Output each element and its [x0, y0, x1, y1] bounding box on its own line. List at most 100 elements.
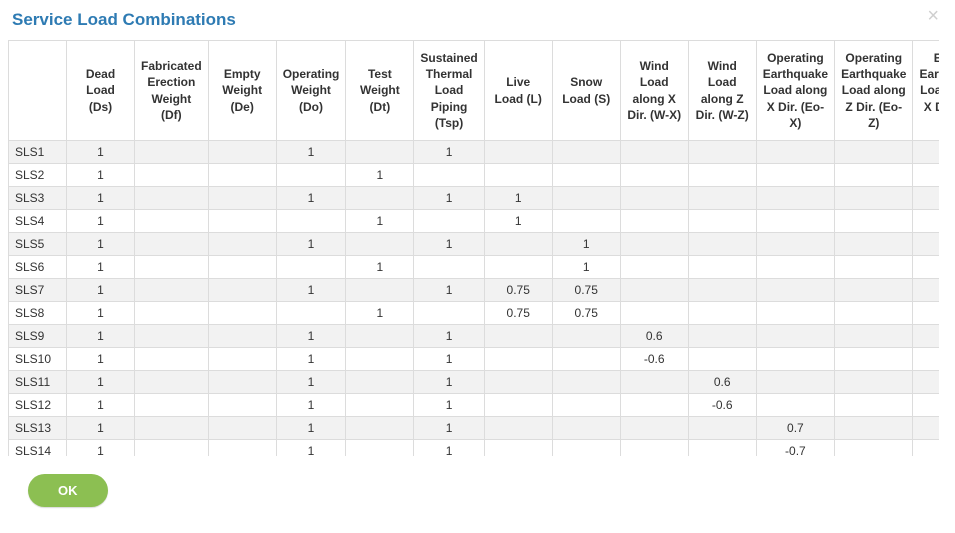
service-load-combinations-dialog: × Service Load Combinations Dead Load (D…	[0, 0, 955, 533]
cell	[276, 302, 346, 325]
cell	[913, 187, 939, 210]
cell	[276, 256, 346, 279]
row-name: SLS1	[9, 141, 67, 164]
cell: 1	[414, 417, 484, 440]
table-row: SLS1111	[9, 141, 940, 164]
table-row: SLS12111-0.6	[9, 394, 940, 417]
cell	[552, 371, 620, 394]
cell	[688, 325, 756, 348]
cell: 1	[276, 325, 346, 348]
cell	[688, 187, 756, 210]
cell	[135, 325, 209, 348]
cell: 1	[67, 164, 135, 187]
cell	[835, 279, 913, 302]
cell: 1	[414, 440, 484, 457]
close-icon[interactable]: ×	[927, 6, 939, 26]
cell	[620, 256, 688, 279]
cell	[688, 440, 756, 457]
cell: 1	[67, 233, 135, 256]
table-scroll-area[interactable]: Dead Load (Ds)Fabricated Erection Weight…	[8, 40, 939, 456]
cell: 1	[67, 141, 135, 164]
cell	[346, 348, 414, 371]
cell	[688, 302, 756, 325]
cell: 0.75	[552, 279, 620, 302]
cell	[688, 417, 756, 440]
cell	[208, 210, 276, 233]
cell	[913, 440, 939, 457]
cell: 0.6	[620, 325, 688, 348]
cell	[208, 417, 276, 440]
cell	[484, 325, 552, 348]
cell	[756, 233, 834, 256]
row-name: SLS5	[9, 233, 67, 256]
cell: -0.7	[756, 440, 834, 457]
cell: 1	[414, 279, 484, 302]
cell	[620, 371, 688, 394]
cell	[552, 141, 620, 164]
cell: 1	[67, 348, 135, 371]
cell	[835, 210, 913, 233]
cell	[756, 187, 834, 210]
cell: 1	[346, 256, 414, 279]
cell	[208, 348, 276, 371]
cell	[208, 187, 276, 210]
cell: 1	[67, 279, 135, 302]
cell	[414, 164, 484, 187]
cell	[135, 348, 209, 371]
cell	[346, 417, 414, 440]
row-name: SLS7	[9, 279, 67, 302]
cell: 1	[67, 417, 135, 440]
cell	[688, 256, 756, 279]
cell: 1	[414, 233, 484, 256]
row-name: SLS12	[9, 394, 67, 417]
cell	[484, 440, 552, 457]
cell: 1	[414, 371, 484, 394]
cell: 1	[552, 233, 620, 256]
cell	[414, 256, 484, 279]
cell	[835, 141, 913, 164]
cell	[208, 164, 276, 187]
cell	[688, 348, 756, 371]
cell: 1	[276, 440, 346, 457]
cell	[620, 302, 688, 325]
cell: 1	[67, 210, 135, 233]
column-header: Fabricated Erection Weight (Df)	[135, 41, 209, 141]
column-header: Wind Load along Z Dir. (W-Z)	[688, 41, 756, 141]
cell	[346, 279, 414, 302]
cell	[620, 279, 688, 302]
cell	[835, 348, 913, 371]
cell: -0.6	[688, 394, 756, 417]
column-header: Test Weight (Dt)	[346, 41, 414, 141]
cell: 1	[414, 325, 484, 348]
cell: 1	[414, 141, 484, 164]
cell: 1	[346, 302, 414, 325]
ok-button[interactable]: OK	[28, 474, 108, 507]
table-row: SLS211	[9, 164, 940, 187]
table-row: SLS6111	[9, 256, 940, 279]
column-header: Dead Load (Ds)	[67, 41, 135, 141]
table-row: SLS10111-0.6	[9, 348, 940, 371]
cell	[135, 371, 209, 394]
row-name: SLS4	[9, 210, 67, 233]
load-combinations-table: Dead Load (Ds)Fabricated Erection Weight…	[8, 40, 939, 456]
cell	[552, 394, 620, 417]
cell	[913, 394, 939, 417]
dialog-title: Service Load Combinations	[8, 8, 939, 40]
cell	[620, 440, 688, 457]
cell	[135, 302, 209, 325]
cell: 1	[484, 210, 552, 233]
cell	[276, 210, 346, 233]
cell	[552, 440, 620, 457]
cell	[135, 394, 209, 417]
table-row: SLS8110.750.75	[9, 302, 940, 325]
cell	[484, 141, 552, 164]
cell: 1	[276, 348, 346, 371]
column-header: Sustained Thermal Load Piping (Tsp)	[414, 41, 484, 141]
cell	[756, 164, 834, 187]
cell: 1	[276, 233, 346, 256]
cell	[620, 394, 688, 417]
cell: 1	[276, 141, 346, 164]
cell: 1	[67, 325, 135, 348]
cell: 1	[414, 348, 484, 371]
row-name: SLS6	[9, 256, 67, 279]
